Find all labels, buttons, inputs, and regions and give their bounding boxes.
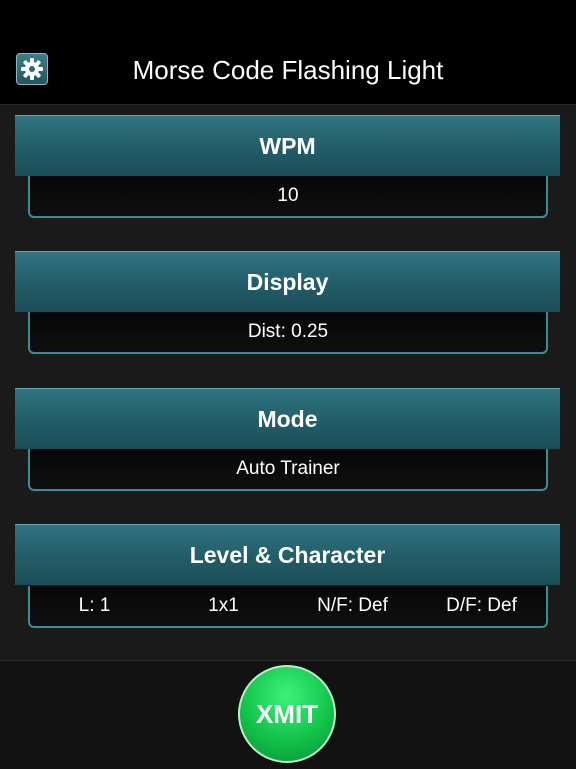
settings-button[interactable]	[16, 53, 48, 85]
mode-header-button[interactable]: Mode	[15, 388, 560, 449]
display-value: Dist: 0.25	[247, 321, 329, 342]
level-character-value-box: L: 1 1x1 N/F: Def D/F: Def	[28, 586, 548, 628]
display-label: Display	[246, 268, 329, 295]
mode-value-box: Auto Trainer	[28, 449, 548, 491]
level-value: L: 1	[78, 595, 111, 616]
top-bar: Morse Code Flashing Light	[0, 0, 576, 105]
app-title: Morse Code Flashing Light	[132, 55, 444, 85]
xmit-label: XMIT	[255, 698, 319, 729]
display-header-button[interactable]: Display	[15, 251, 560, 312]
gear-icon	[21, 58, 43, 80]
wpm-value: 10	[277, 185, 299, 206]
mode-value: Auto Trainer	[236, 458, 340, 479]
mode-label: Mode	[257, 405, 318, 432]
df-value: D/F: Def	[446, 595, 517, 616]
nf-value: N/F: Def	[317, 595, 388, 616]
level-character-header-button[interactable]: Level & Character	[15, 524, 560, 585]
wpm-value-box: 10	[28, 176, 548, 218]
level-character-label: Level & Character	[189, 541, 386, 568]
xmit-button[interactable]: XMIT	[238, 665, 336, 763]
character-group-value: 1x1	[208, 595, 239, 616]
wpm-header-button[interactable]: WPM	[15, 115, 560, 176]
display-value-box: Dist: 0.25	[28, 312, 548, 354]
wpm-label: WPM	[259, 132, 316, 159]
